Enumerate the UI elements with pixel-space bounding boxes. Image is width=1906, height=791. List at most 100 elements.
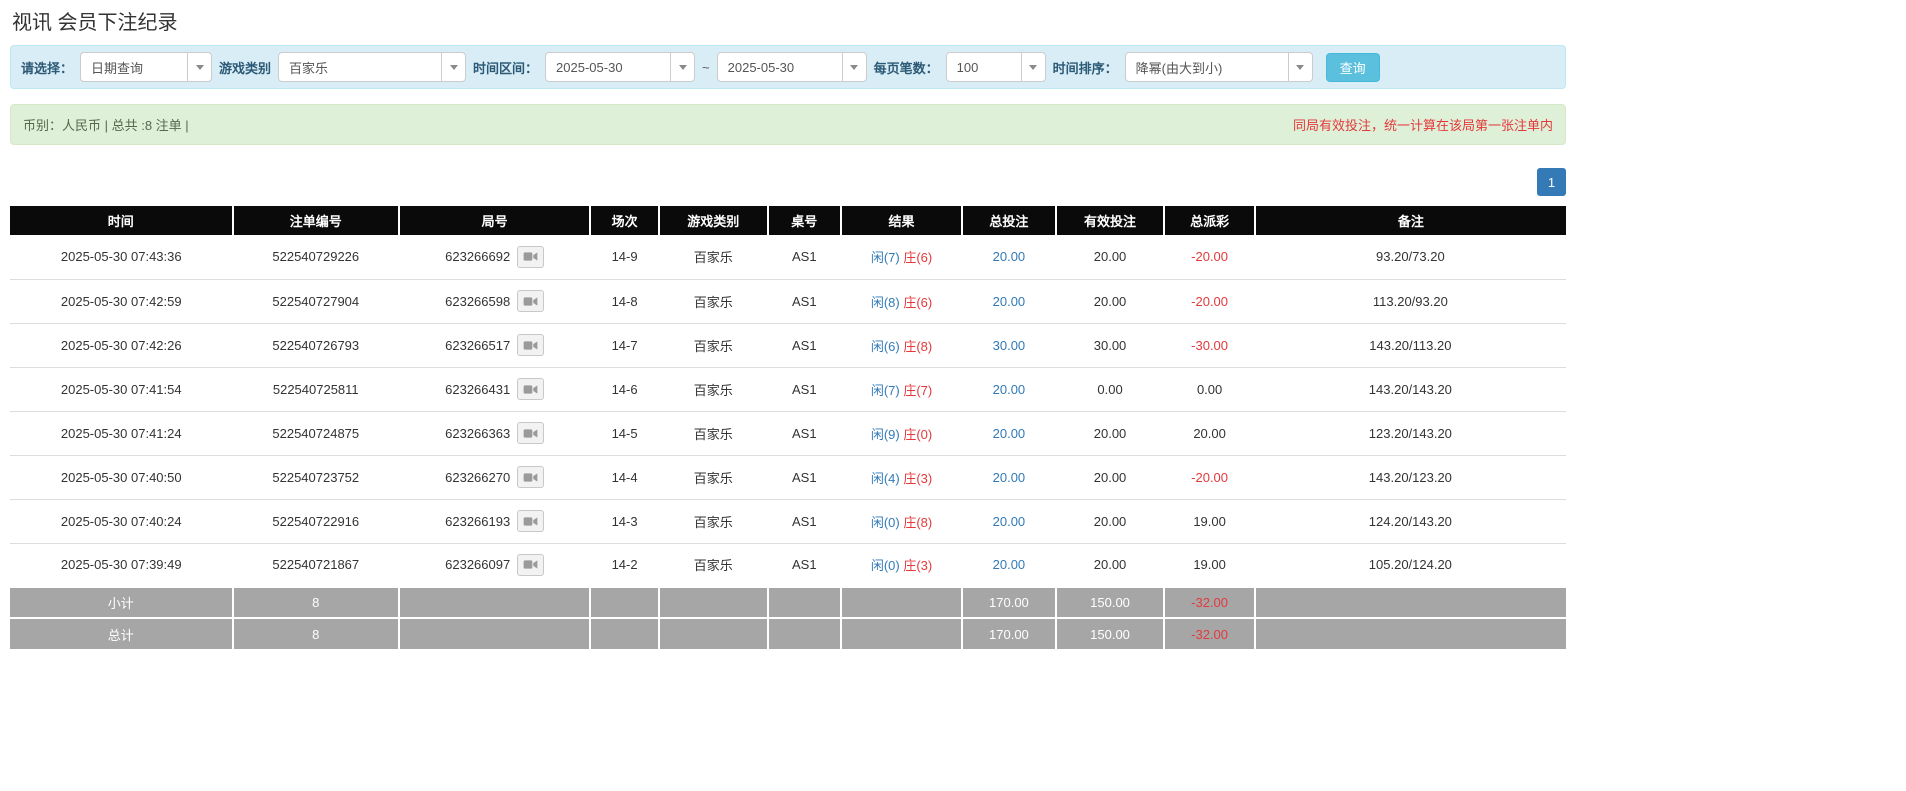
total-bet-link[interactable]: 20.00: [993, 382, 1026, 397]
result-banker: 庄(0): [903, 427, 932, 442]
query-type-select[interactable]: 日期查询: [80, 52, 212, 82]
total-bet-link[interactable]: 20.00: [993, 294, 1026, 309]
table-footer: 小计 8 170.00 150.00 -32.00 总计 8: [10, 587, 1566, 649]
header-payout: 总派彩: [1164, 206, 1254, 235]
header-result: 结果: [841, 206, 962, 235]
round-id-text: 623266517: [445, 338, 510, 353]
result-player: 闲(8): [871, 295, 900, 310]
cell-valid-bet: 0.00: [1056, 367, 1165, 411]
cell-valid-bet: 20.00: [1056, 543, 1165, 587]
result-player: 闲(9): [871, 427, 900, 442]
video-replay-button[interactable]: [517, 510, 544, 532]
video-icon: [523, 559, 538, 570]
result-banker: 庄(3): [903, 471, 932, 486]
cell-total-bet: 20.00: [962, 279, 1055, 323]
result-banker: 庄(8): [903, 339, 932, 354]
cell-valid-bet: 20.00: [1056, 411, 1165, 455]
cell-payout: 0.00: [1164, 367, 1254, 411]
page-title: 视讯 会员下注纪录: [10, 0, 1566, 45]
cell-round-id: 623266517: [399, 323, 590, 367]
table-row: 2025-05-30 07:39:49 522540721867 6232660…: [10, 543, 1566, 587]
filter-bar: 请选择： 日期查询 游戏类别 百家乐 时间区间： 2025-05-30 ~ 20…: [10, 45, 1566, 89]
result-player: 闲(4): [871, 471, 900, 486]
notice-text: 同局有效投注，统一计算在该局第一张注单内: [1293, 115, 1553, 134]
total-bet-link[interactable]: 20.00: [993, 426, 1026, 441]
total-bet-link[interactable]: 20.00: [993, 514, 1026, 529]
caret-down-icon[interactable]: [842, 53, 866, 81]
total-bet-link[interactable]: 30.00: [993, 338, 1026, 353]
cell-bet-id: 522540723752: [233, 455, 399, 499]
caret-down-icon[interactable]: [1288, 53, 1312, 81]
video-replay-button[interactable]: [517, 466, 544, 488]
range-separator: ~: [702, 60, 710, 75]
cell-session: 14-5: [590, 411, 658, 455]
cell-session: 14-8: [590, 279, 658, 323]
result-player: 闲(6): [871, 339, 900, 354]
result-banker: 庄(8): [903, 515, 932, 530]
cell-session: 14-4: [590, 455, 658, 499]
total-count: 8: [233, 618, 399, 649]
cell-result: 闲(7) 庄(6): [841, 235, 962, 279]
cell-bet-id: 522540729226: [233, 235, 399, 279]
video-icon: [523, 296, 538, 307]
video-replay-button[interactable]: [517, 554, 544, 576]
subtotal-count: 8: [233, 587, 399, 618]
sort-value: 降幂(由大到小): [1126, 58, 1288, 77]
cell-game-type: 百家乐: [659, 323, 768, 367]
total-bet-link[interactable]: 20.00: [993, 249, 1026, 264]
subtotal-label: 小计: [10, 587, 233, 618]
header-game-type: 游戏类别: [659, 206, 768, 235]
currency-summary-text: 币别：人民币 | 总共 :8 注单 |: [23, 115, 189, 134]
cell-valid-bet: 20.00: [1056, 455, 1165, 499]
total-bet-link[interactable]: 20.00: [993, 557, 1026, 572]
page-button-1[interactable]: 1: [1537, 168, 1566, 196]
cell-result: 闲(6) 庄(8): [841, 323, 962, 367]
total-bet-link[interactable]: 20.00: [993, 470, 1026, 485]
sort-select[interactable]: 降幂(由大到小): [1125, 52, 1313, 82]
cell-payout: -30.00: [1164, 323, 1254, 367]
video-replay-button[interactable]: [517, 290, 544, 312]
caret-down-icon[interactable]: [670, 53, 694, 81]
table-body: 2025-05-30 07:43:36 522540729226 6232666…: [10, 235, 1566, 587]
table-row: 2025-05-30 07:40:24 522540722916 6232661…: [10, 499, 1566, 543]
result-banker: 庄(7): [903, 383, 932, 398]
result-player: 闲(7): [871, 250, 900, 265]
cell-total-bet: 20.00: [962, 455, 1055, 499]
caret-down-icon[interactable]: [187, 53, 211, 81]
total-row: 总计 8 170.00 150.00 -32.00: [10, 618, 1566, 649]
page-size-select[interactable]: 100: [946, 52, 1046, 82]
header-table-no: 桌号: [768, 206, 841, 235]
subtotal-valid-bet: 150.00: [1056, 587, 1165, 618]
cell-bet-id: 522540724875: [233, 411, 399, 455]
date-from-value: 2025-05-30: [546, 60, 670, 75]
video-replay-button[interactable]: [517, 422, 544, 444]
result-banker: 庄(6): [903, 295, 932, 310]
cell-time: 2025-05-30 07:42:59: [10, 279, 233, 323]
cell-table-no: AS1: [768, 279, 841, 323]
sort-label: 时间排序：: [1053, 58, 1118, 77]
cell-total-bet: 30.00: [962, 323, 1055, 367]
caret-down-icon[interactable]: [441, 53, 465, 81]
cell-total-bet: 20.00: [962, 543, 1055, 587]
game-type-select[interactable]: 百家乐: [278, 52, 466, 82]
video-replay-button[interactable]: [517, 378, 544, 400]
cell-round-id: 623266598: [399, 279, 590, 323]
cell-bet-id: 522540727904: [233, 279, 399, 323]
query-type-value: 日期查询: [81, 58, 187, 77]
cell-table-no: AS1: [768, 543, 841, 587]
pagination: 1: [10, 168, 1566, 196]
cell-table-no: AS1: [768, 499, 841, 543]
date-from-select[interactable]: 2025-05-30: [545, 52, 695, 82]
video-replay-button[interactable]: [517, 246, 544, 268]
cell-result: 闲(4) 庄(3): [841, 455, 962, 499]
search-button[interactable]: 查询: [1326, 53, 1380, 82]
cell-bet-id: 522540721867: [233, 543, 399, 587]
cell-total-bet: 20.00: [962, 411, 1055, 455]
date-to-select[interactable]: 2025-05-30: [717, 52, 867, 82]
video-replay-button[interactable]: [517, 334, 544, 356]
caret-down-icon[interactable]: [1021, 53, 1045, 81]
cell-payout: -20.00: [1164, 235, 1254, 279]
cell-round-id: 623266431: [399, 367, 590, 411]
table-row: 2025-05-30 07:40:50 522540723752 6232662…: [10, 455, 1566, 499]
video-icon: [523, 384, 538, 395]
